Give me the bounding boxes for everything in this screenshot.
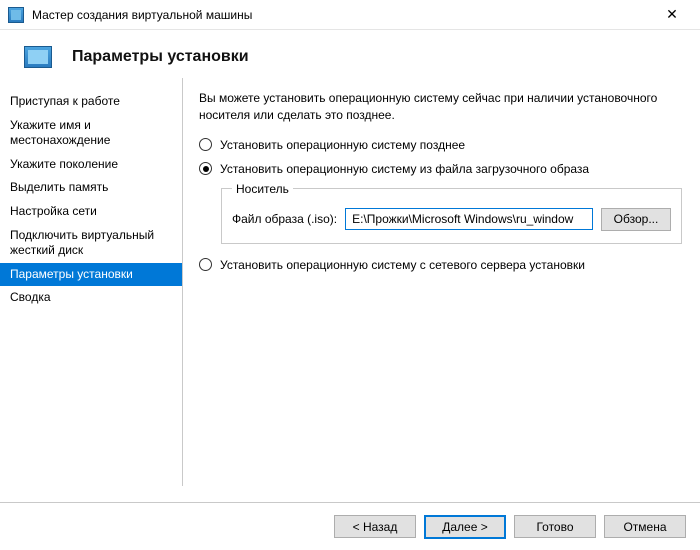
radio-icon[interactable] — [199, 258, 212, 271]
close-icon[interactable]: ✕ — [652, 1, 692, 29]
radio-icon[interactable] — [199, 162, 212, 175]
wizard-icon — [24, 46, 52, 68]
intro-text: Вы можете установить операционную систем… — [199, 90, 682, 124]
titlebar: Мастер создания виртуальной машины ✕ — [0, 0, 700, 30]
option-label: Установить операционную систему с сетево… — [220, 258, 585, 272]
media-fieldset: Носитель Файл образа (.iso): Обзор... — [221, 182, 682, 244]
finish-button[interactable]: Готово — [514, 515, 596, 538]
page-title: Параметры установки — [72, 48, 249, 66]
next-button[interactable]: Далее > — [424, 515, 506, 539]
app-icon — [8, 7, 24, 23]
window-title: Мастер создания виртуальной машины — [32, 8, 652, 22]
wizard-content: Вы можете установить операционную систем… — [182, 78, 700, 486]
wizard-footer: < Назад Далее > Готово Отмена — [0, 502, 700, 550]
step-network[interactable]: Настройка сети — [0, 200, 182, 224]
option-install-later[interactable]: Установить операционную систему позднее — [199, 138, 682, 152]
media-legend: Носитель — [232, 182, 293, 196]
step-memory[interactable]: Выделить память — [0, 176, 182, 200]
option-install-from-image[interactable]: Установить операционную систему из файла… — [199, 162, 682, 176]
wizard-header: Параметры установки — [0, 30, 700, 78]
step-install-options[interactable]: Параметры установки — [0, 263, 182, 287]
cancel-button[interactable]: Отмена — [604, 515, 686, 538]
browse-button[interactable]: Обзор... — [601, 208, 671, 231]
step-generation[interactable]: Укажите поколение — [0, 153, 182, 177]
iso-path-input[interactable] — [345, 208, 593, 230]
step-summary[interactable]: Сводка — [0, 286, 182, 310]
step-name-location[interactable]: Укажите имя и местонахождение — [0, 114, 182, 153]
back-button[interactable]: < Назад — [334, 515, 416, 538]
option-label: Установить операционную систему позднее — [220, 138, 465, 152]
radio-icon[interactable] — [199, 138, 212, 151]
option-label: Установить операционную систему из файла… — [220, 162, 589, 176]
step-vhd[interactable]: Подключить виртуальный жесткий диск — [0, 224, 182, 263]
option-install-from-network[interactable]: Установить операционную систему с сетево… — [199, 258, 682, 272]
step-getting-started[interactable]: Приступая к работе — [0, 90, 182, 114]
wizard-steps-sidebar: Приступая к работе Укажите имя и местона… — [0, 78, 182, 486]
iso-label: Файл образа (.iso): — [232, 212, 337, 226]
